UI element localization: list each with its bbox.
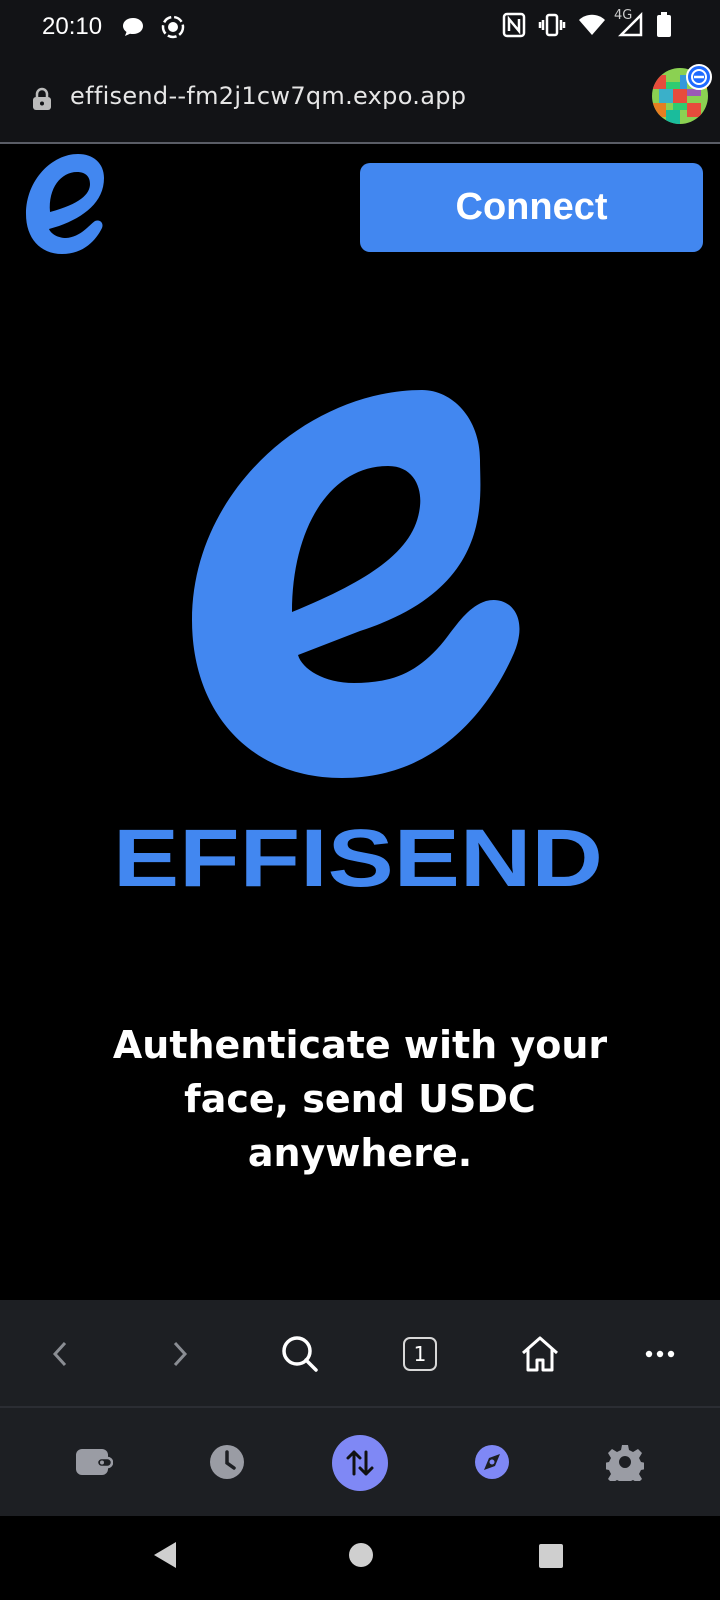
home-circle-icon[interactable] [348,1542,374,1572]
system-navigation-bar [0,1516,720,1600]
home-icon[interactable] [516,1330,564,1378]
status-bar: 20:10 4G [0,0,720,56]
network-type: 4G [614,8,633,23]
wallet-icon[interactable] [67,1435,121,1489]
settings-icon[interactable] [598,1435,652,1489]
back-icon[interactable] [37,1330,85,1378]
lock-icon [30,86,54,116]
search-icon[interactable] [276,1330,324,1378]
screen-record-icon [160,14,186,44]
tagline-line-2: face, send USDC [184,1077,536,1121]
recents-square-icon[interactable] [538,1543,564,1573]
minus-badge-icon [686,64,712,90]
back-triangle-icon[interactable] [152,1540,178,1574]
nfc-icon [502,12,526,42]
connect-button[interactable]: Connect [360,163,703,252]
app-tab-bar [0,1408,720,1516]
tagline-line-3: anywhere. [247,1131,473,1175]
url-text[interactable]: effisend--fm2j1cw7qm.expo.app [70,82,466,110]
tagline-line-1: Authenticate with your [112,1023,608,1067]
chat-bubble-icon [120,14,146,44]
wifi-icon [578,13,606,41]
tagline: Authenticate with your face, send USDC a… [60,1018,660,1180]
forward-icon[interactable] [155,1330,203,1378]
tabs-icon[interactable]: 1 [396,1330,444,1378]
effisend-logo [190,390,530,784]
brand-wordmark-text: EFFISEND [113,820,603,894]
tab-count: 1 [403,1337,437,1371]
explore-icon[interactable] [465,1435,519,1489]
browser-toolbar: 1 [0,1300,720,1408]
more-icon[interactable] [636,1330,684,1378]
vibrate-icon [538,12,566,42]
status-time: 20:10 [42,13,103,40]
history-icon[interactable] [200,1435,254,1489]
address-bar[interactable]: effisend--fm2j1cw7qm.expo.app [0,56,720,144]
cellular-signal-icon: 4G [614,8,644,42]
battery-icon [656,12,672,42]
effisend-logo-small[interactable] [22,152,108,260]
transfer-icon[interactable] [332,1435,388,1491]
brand-wordmark: EFFISEND [108,813,608,904]
